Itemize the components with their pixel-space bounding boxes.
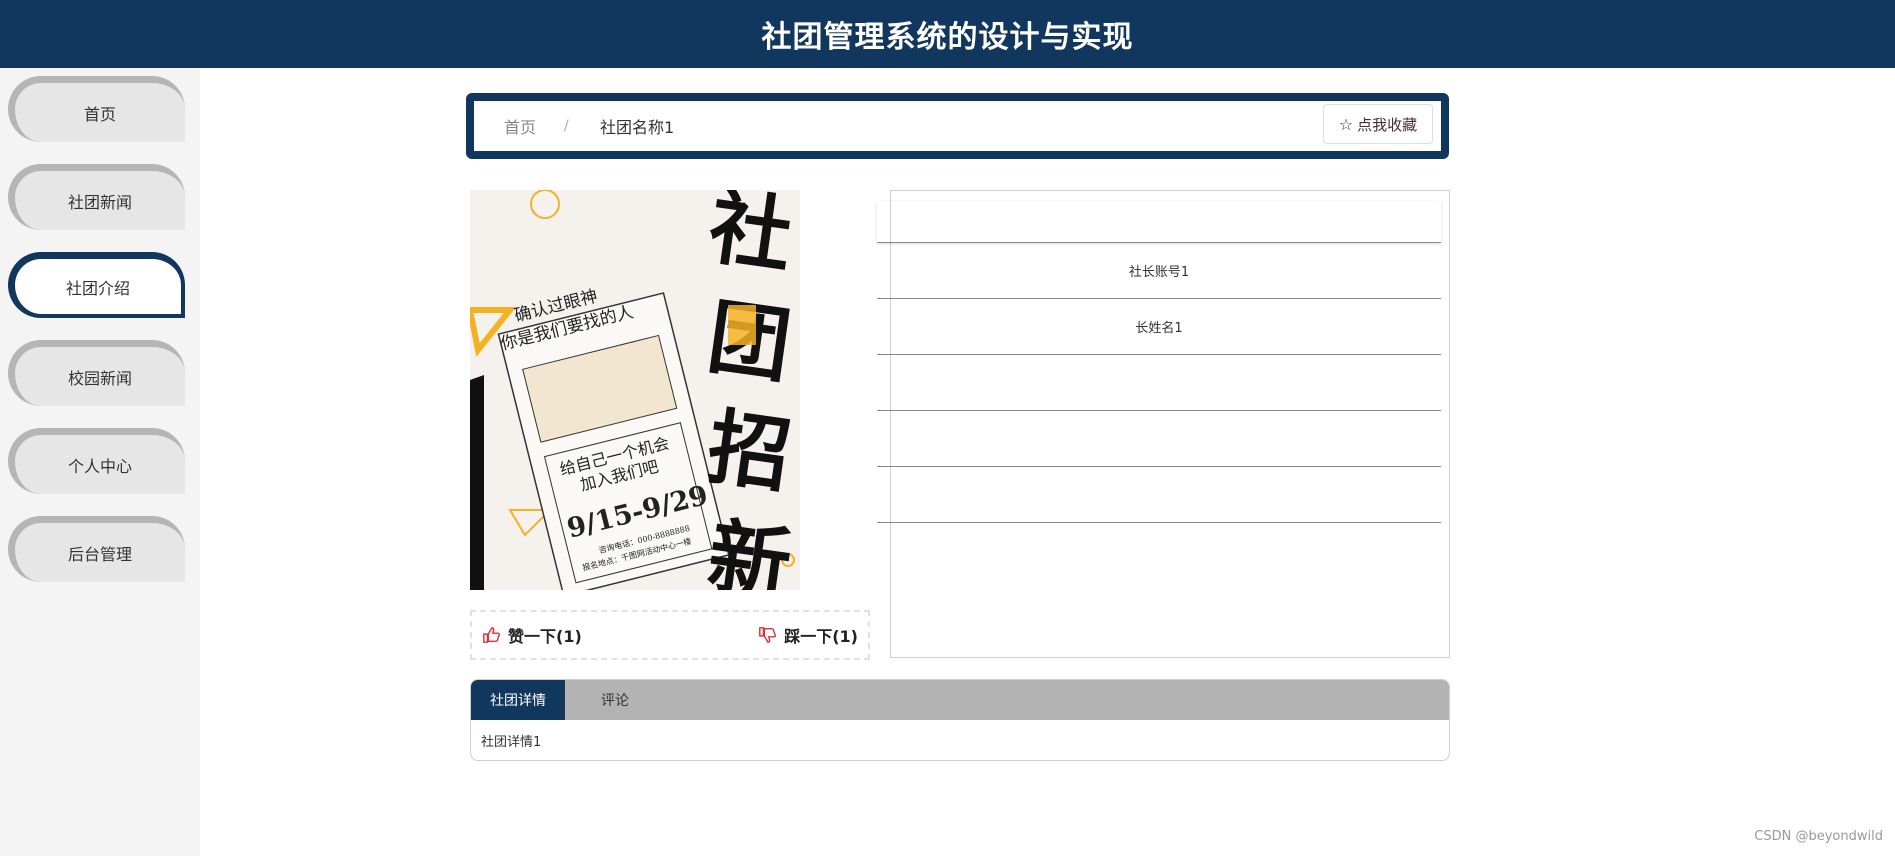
favorite-button[interactable]: ☆ 点我收藏 — [1323, 104, 1433, 144]
dislike-button[interactable]: 踩一下(1) — [758, 623, 858, 647]
watermark: CSDN @beyondwild — [1754, 829, 1883, 844]
nav-item-club-news[interactable]: 社团新闻 — [8, 164, 185, 230]
tab-bar: 社团详情 评论 — [471, 680, 1449, 720]
vote-bar: 赞一下(1) 踩一下(1) — [470, 610, 870, 660]
club-poster-image: 确认过眼神 你是我们要找的人 给自己一个机会 加入我们吧 9/15-9/29 咨… — [470, 190, 800, 590]
info-row — [877, 411, 1441, 467]
club-info-panel: 社长账号1 长姓名1 — [877, 190, 1450, 658]
info-row: 社长账号1 — [877, 243, 1441, 299]
poster-headline-char-4: 新 — [702, 510, 796, 590]
app-header: 社团管理系统的设计与实现 — [0, 0, 1895, 68]
info-row — [877, 467, 1441, 523]
nav-item-club-intro[interactable]: 社团介绍 — [8, 252, 185, 318]
nav-item-label: 社团介绍 — [65, 278, 130, 298]
nav-item-label: 首页 — [83, 104, 116, 124]
info-row-value: 长姓名1 — [1135, 321, 1183, 336]
tab-comments[interactable]: 评论 — [565, 680, 665, 720]
poster-graphic: 确认过眼神 你是我们要找的人 给自己一个机会 加入我们吧 9/15-9/29 咨… — [470, 190, 800, 590]
sidebar: 首页 社团新闻 社团介绍 校园新闻 个人中心 后台管理 — [0, 68, 200, 856]
like-label: 赞一下(1) — [508, 627, 582, 646]
poster-headline-char-3: 招 — [702, 400, 796, 505]
info-row: 长姓名1 — [877, 299, 1441, 355]
tab-club-details[interactable]: 社团详情 — [471, 680, 565, 720]
breadcrumb-separator: / — [564, 118, 569, 134]
like-button[interactable]: 赞一下(1) — [482, 623, 582, 647]
breadcrumb-home-link[interactable]: 首页 — [504, 114, 536, 138]
nav-item-personal-center[interactable]: 个人中心 — [8, 428, 185, 494]
nav-item-campus-news[interactable]: 校园新闻 — [8, 340, 185, 406]
nav-item-home[interactable]: 首页 — [8, 76, 185, 142]
star-icon: ☆ — [1338, 114, 1354, 134]
nav-item-label: 社团新闻 — [67, 192, 132, 212]
thumbs-down-icon — [759, 627, 777, 643]
nav-item-label: 校园新闻 — [67, 368, 132, 388]
poster-headline-char-1: 社 — [703, 190, 797, 285]
breadcrumb: 首页 / 社团名称1 ☆ 点我收藏 — [466, 93, 1449, 159]
info-row-value: 社长账号1 — [1128, 265, 1190, 280]
info-row — [877, 355, 1441, 411]
tab-content: 社团详情1 — [481, 735, 542, 750]
nav-item-admin[interactable]: 后台管理 — [8, 516, 185, 582]
favorite-button-label: 点我收藏 — [1357, 115, 1418, 134]
app-title: 社团管理系统的设计与实现 — [761, 20, 1134, 55]
detail-tabs: 社团详情 评论 社团详情1 — [470, 679, 1450, 761]
nav-item-label: 后台管理 — [67, 544, 132, 564]
thumbs-up-icon — [483, 627, 500, 643]
breadcrumb-current: 社团名称1 — [600, 118, 675, 137]
dislike-label: 踩一下(1) — [784, 627, 858, 646]
info-row — [877, 201, 1441, 243]
nav-item-label: 个人中心 — [67, 456, 132, 476]
